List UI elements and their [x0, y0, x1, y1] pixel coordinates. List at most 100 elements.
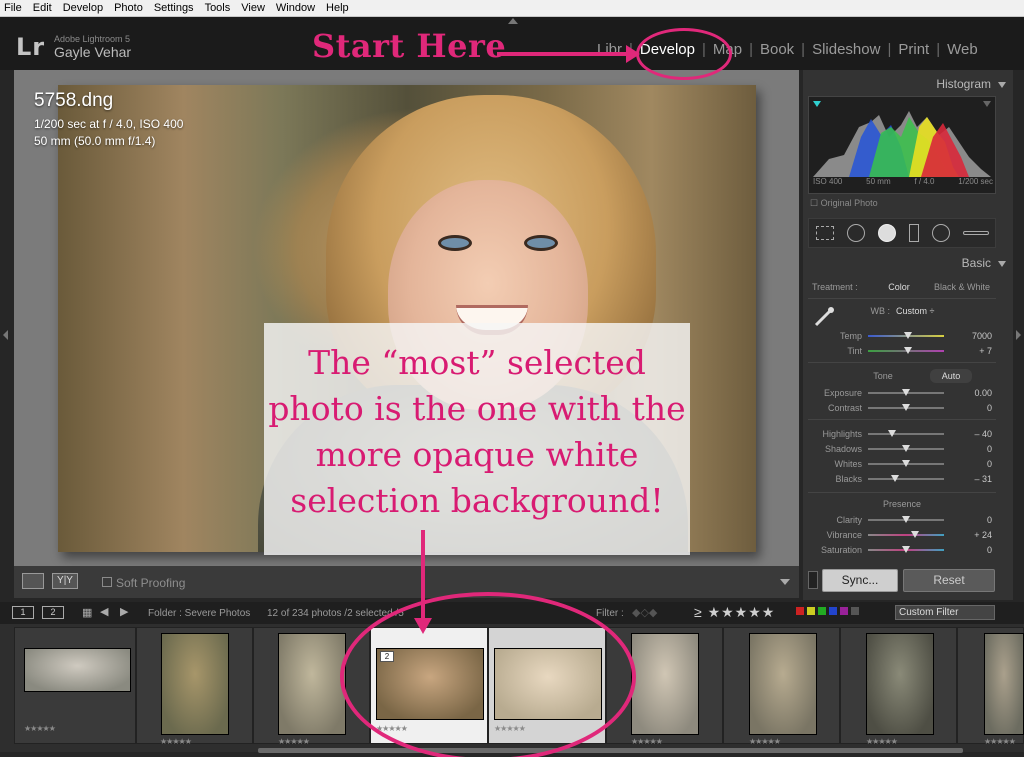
menu-tools[interactable]: Tools	[205, 0, 231, 17]
slider-track-contrast[interactable]	[868, 404, 944, 411]
highlight-clipping-icon[interactable]	[983, 101, 991, 107]
grid-view-icon[interactable]: ▦	[82, 606, 92, 619]
slider-track-tint[interactable]	[868, 347, 944, 354]
sync-button[interactable]: Sync...	[822, 569, 898, 592]
thumbnail-rating[interactable]: ★★★★★	[160, 737, 192, 746]
slider-track-temp[interactable]	[868, 332, 944, 339]
slider-value[interactable]: 0	[952, 403, 992, 413]
thumbnail-rating[interactable]: ★★★★★	[866, 737, 898, 746]
before-after-button[interactable]: Y|Y	[52, 573, 78, 589]
slider-thumb[interactable]	[902, 546, 910, 553]
soft-proofing-checkbox[interactable]	[102, 577, 112, 587]
color-label-filter[interactable]	[796, 607, 859, 615]
radial-filter-icon[interactable]	[931, 224, 950, 242]
module-slideshow[interactable]: Slideshow	[805, 41, 887, 58]
slider-value[interactable]: + 7	[952, 346, 992, 356]
filmstrip-thumbnail[interactable]	[278, 633, 346, 735]
menu-view[interactable]: View	[241, 0, 265, 17]
menu-develop[interactable]: Develop	[63, 0, 103, 17]
filmstrip-thumbnail[interactable]	[631, 633, 699, 735]
sync-toggle-switch[interactable]	[808, 571, 818, 589]
purple-label-swatch[interactable]	[840, 607, 848, 615]
slider-value[interactable]: 0.00	[952, 388, 992, 398]
menu-edit[interactable]: Edit	[33, 0, 52, 17]
slider-track-highlights[interactable]	[868, 430, 944, 437]
filmstrip-scrollbar[interactable]	[258, 748, 963, 753]
slider-value[interactable]: 7000	[952, 331, 992, 341]
filmstrip-thumbnail[interactable]	[161, 633, 229, 735]
filmstrip-thumbnail[interactable]	[749, 633, 817, 735]
gray-label-swatch[interactable]	[851, 607, 859, 615]
graduated-filter-icon[interactable]	[908, 224, 919, 242]
collapse-top-panel-icon[interactable]	[508, 18, 518, 24]
spot-removal-icon[interactable]	[846, 224, 865, 242]
adjustment-brush-icon[interactable]	[962, 231, 989, 235]
next-arrow-icon[interactable]: ▶	[120, 605, 128, 618]
thumbnail-rating[interactable]: ★★★★★	[278, 737, 310, 746]
slider-value[interactable]: 0	[952, 545, 992, 555]
window-2-button[interactable]: 2	[42, 606, 64, 619]
filmstrip-thumbnail[interactable]	[984, 633, 1024, 735]
menu-settings[interactable]: Settings	[154, 0, 194, 17]
red-label-swatch[interactable]	[796, 607, 804, 615]
crop-tool-icon[interactable]	[815, 226, 834, 240]
thumbnail-rating[interactable]: ★★★★★	[984, 737, 1016, 746]
menu-window[interactable]: Window	[276, 0, 315, 17]
filmstrip-thumbnail[interactable]	[24, 648, 131, 692]
collapse-right-panel-icon[interactable]	[1016, 330, 1021, 340]
slider-value[interactable]: – 31	[952, 474, 992, 484]
slider-thumb[interactable]	[902, 460, 910, 467]
slider-track-saturation[interactable]	[868, 546, 944, 553]
loupe-view-button[interactable]	[22, 573, 44, 589]
treatment-color[interactable]: Color	[870, 282, 928, 292]
slider-value[interactable]: 0	[952, 459, 992, 469]
slider-value[interactable]: + 24	[952, 530, 992, 540]
slider-thumb[interactable]	[902, 445, 910, 452]
slider-track-exposure[interactable]	[868, 389, 944, 396]
star-rating-filter[interactable]: ≥ ★★★★★	[694, 604, 775, 621]
wb-select[interactable]: Custom ÷	[896, 306, 952, 316]
menu-photo[interactable]: Photo	[114, 0, 143, 17]
previous-arrow-icon[interactable]: ◀	[100, 605, 108, 618]
slider-track-vibrance[interactable]	[868, 531, 944, 538]
green-label-swatch[interactable]	[818, 607, 826, 615]
thumbnail-rating[interactable]: ★★★★★	[631, 737, 663, 746]
slider-thumb[interactable]	[902, 404, 910, 411]
slider-thumb[interactable]	[903, 347, 912, 354]
slider-track-clarity[interactable]	[868, 516, 944, 523]
basic-header[interactable]: Basic	[803, 256, 1013, 270]
slider-thumb[interactable]	[902, 389, 910, 396]
slider-track-blacks[interactable]	[868, 475, 944, 482]
window-1-button[interactable]: 1	[12, 606, 34, 619]
collapse-left-panel-icon[interactable]	[3, 330, 8, 340]
filmstrip-thumbnail[interactable]	[866, 633, 934, 735]
basic-collapse-icon[interactable]	[998, 261, 1006, 267]
thumbnail-rating[interactable]: ★★★★★	[749, 737, 781, 746]
module-print[interactable]: Print	[891, 41, 936, 58]
slider-value[interactable]: 0	[952, 444, 992, 454]
slider-thumb[interactable]	[902, 516, 910, 523]
slider-thumb[interactable]	[903, 332, 912, 339]
thumbnail-rating[interactable]: ★★★★★	[24, 724, 56, 733]
slider-track-shadows[interactable]	[868, 445, 944, 452]
red-eye-icon[interactable]	[877, 224, 896, 242]
histogram-collapse-icon[interactable]	[998, 82, 1006, 88]
custom-filter-select[interactable]: Custom Filter	[895, 605, 995, 620]
flag-filter-icon[interactable]: ◆◇◆	[632, 606, 657, 619]
slider-thumb[interactable]	[891, 475, 900, 482]
treatment-bw[interactable]: Black & White	[928, 282, 996, 292]
menu-file[interactable]: File	[4, 0, 22, 17]
slider-thumb[interactable]	[888, 430, 897, 437]
slider-thumb[interactable]	[911, 531, 920, 538]
module-web[interactable]: Web	[940, 41, 985, 58]
slider-value[interactable]: 0	[952, 515, 992, 525]
module-book[interactable]: Book	[753, 41, 801, 58]
blue-label-swatch[interactable]	[829, 607, 837, 615]
yellow-label-swatch[interactable]	[807, 607, 815, 615]
shadow-clipping-icon[interactable]	[813, 101, 821, 107]
menu-help[interactable]: Help	[326, 0, 349, 17]
histogram-header[interactable]: Histogram	[803, 77, 1013, 91]
toolbar-menu-icon[interactable]	[780, 579, 790, 585]
reset-button[interactable]: Reset	[903, 569, 995, 592]
slider-value[interactable]: – 40	[952, 429, 992, 439]
